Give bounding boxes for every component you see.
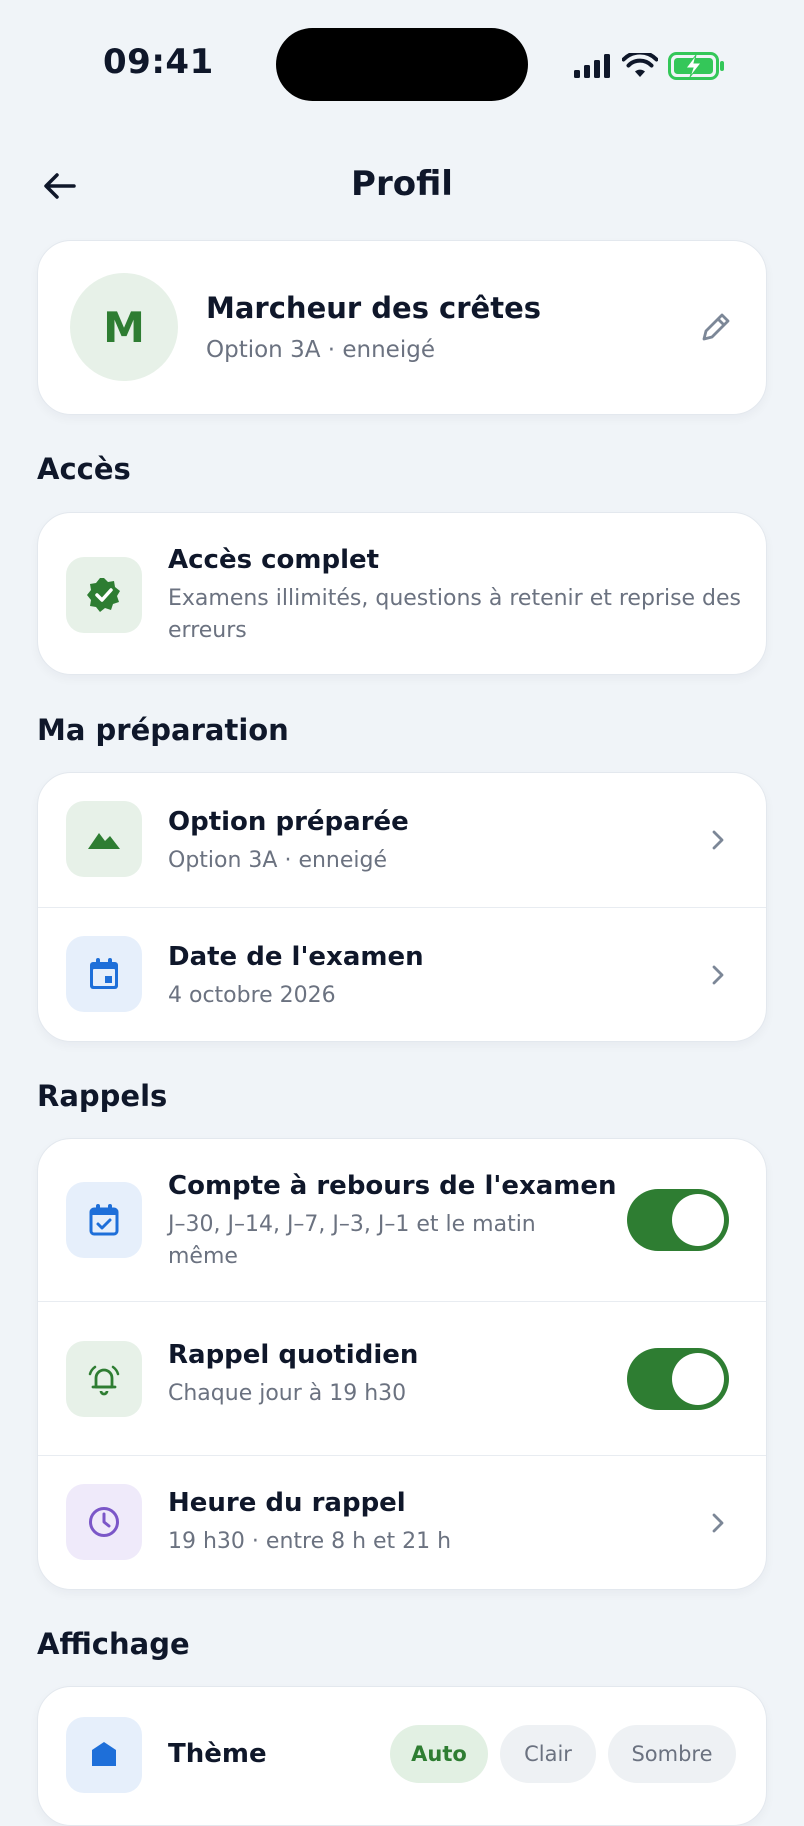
countdown-subtitle-line2: même xyxy=(168,1244,238,1269)
palette-icon xyxy=(92,1742,116,1766)
theme-option-dark[interactable]: Sombre xyxy=(608,1725,736,1783)
countdown-toggle[interactable] xyxy=(627,1189,729,1251)
mountain-icon xyxy=(88,833,120,849)
toggle-knob xyxy=(672,1353,724,1405)
section-title-display: Affichage xyxy=(37,1627,190,1661)
list-item-reminder-time[interactable]: Heure du rappel 19 h30 · entre 8 h et 21… xyxy=(38,1455,766,1589)
section-title-reminders: Rappels xyxy=(37,1079,168,1113)
nav-bar: Profil xyxy=(0,150,804,220)
section-title-access: Accès xyxy=(37,452,131,486)
status-bar: 09:41 xyxy=(0,0,804,120)
reminders-card: Compte à rebours de l'examen J–30, J–14,… xyxy=(37,1138,767,1590)
access-description-line1: Examens illimités, questions à retenir e… xyxy=(168,586,742,611)
clock-icon-box xyxy=(66,1484,142,1560)
option-subtitle: Option 3A · enneigé xyxy=(168,848,388,873)
theme-icon-box xyxy=(66,1717,142,1793)
preparation-card: Option préparée Option 3A · enneigé Date… xyxy=(37,772,767,1042)
access-title: Accès complet xyxy=(168,545,380,575)
mountain-icon-box xyxy=(66,801,142,877)
daily-reminder-subtitle: Chaque jour à 19 h30 xyxy=(168,1381,407,1406)
chevron-right-icon xyxy=(712,830,724,850)
toggle-knob xyxy=(672,1194,724,1246)
access-icon-box xyxy=(66,557,142,633)
chevron-right-icon xyxy=(712,1513,724,1533)
bell-ringing-icon xyxy=(88,1365,120,1396)
calendar-check-icon xyxy=(89,1204,119,1236)
verified-badge-icon xyxy=(87,578,120,612)
display-card: Thème Auto Clair Sombre xyxy=(37,1686,767,1826)
pencil-icon xyxy=(702,313,730,341)
list-item-exam-date[interactable]: Date de l'examen 4 octobre 2026 xyxy=(38,907,766,1041)
access-card: Accès complet Examens illimités, questio… xyxy=(37,512,767,675)
exam-date-title: Date de l'examen xyxy=(168,942,424,972)
signal-icon xyxy=(574,54,610,78)
theme-option-auto[interactable]: Auto xyxy=(390,1725,488,1783)
theme-option-light[interactable]: Clair xyxy=(500,1725,596,1783)
list-item-daily-reminder: Rappel quotidien Chaque jour à 19 h30 xyxy=(38,1301,766,1455)
calendar-icon-box xyxy=(66,936,142,1012)
exam-date-value: 4 octobre 2026 xyxy=(168,983,336,1008)
edit-profile-button[interactable] xyxy=(698,309,734,345)
avatar-initial: M xyxy=(103,302,145,352)
option-title: Option préparée xyxy=(168,807,409,837)
daily-reminder-toggle[interactable] xyxy=(627,1348,729,1410)
countdown-subtitle-line1: J–30, J–14, J–7, J–3, J–1 et le matin xyxy=(168,1212,536,1237)
list-item-countdown: Compte à rebours de l'examen J–30, J–14,… xyxy=(38,1139,766,1301)
profile-name: Marcheur des crêtes xyxy=(206,291,542,325)
countdown-title: Compte à rebours de l'examen xyxy=(168,1171,617,1201)
clock-icon xyxy=(89,1507,119,1537)
avatar: M xyxy=(70,273,178,381)
list-item-option[interactable]: Option préparée Option 3A · enneigé xyxy=(38,773,766,907)
theme-title: Thème xyxy=(168,1739,267,1769)
section-title-preparation: Ma préparation xyxy=(37,713,289,747)
status-time: 09:41 xyxy=(103,42,214,82)
calendar-icon xyxy=(90,958,118,989)
status-icons xyxy=(574,48,726,84)
calendar-check-icon-box xyxy=(66,1182,142,1258)
daily-reminder-title: Rappel quotidien xyxy=(168,1340,419,1370)
wifi-icon xyxy=(622,53,658,77)
page-title: Profil xyxy=(351,164,453,204)
dynamic-island xyxy=(276,28,528,101)
battery-charging-icon xyxy=(668,52,724,80)
reminder-time-subtitle: 19 h30 · entre 8 h et 21 h xyxy=(168,1529,452,1554)
bell-icon-box xyxy=(66,1341,142,1417)
profile-subtitle: Option 3A · enneigé xyxy=(206,337,435,363)
profile-card[interactable]: M Marcheur des crêtes Option 3A · enneig… xyxy=(37,240,767,415)
reminder-time-title: Heure du rappel xyxy=(168,1488,406,1518)
chevron-right-icon xyxy=(712,965,724,985)
access-description-line2: erreurs xyxy=(168,618,247,643)
